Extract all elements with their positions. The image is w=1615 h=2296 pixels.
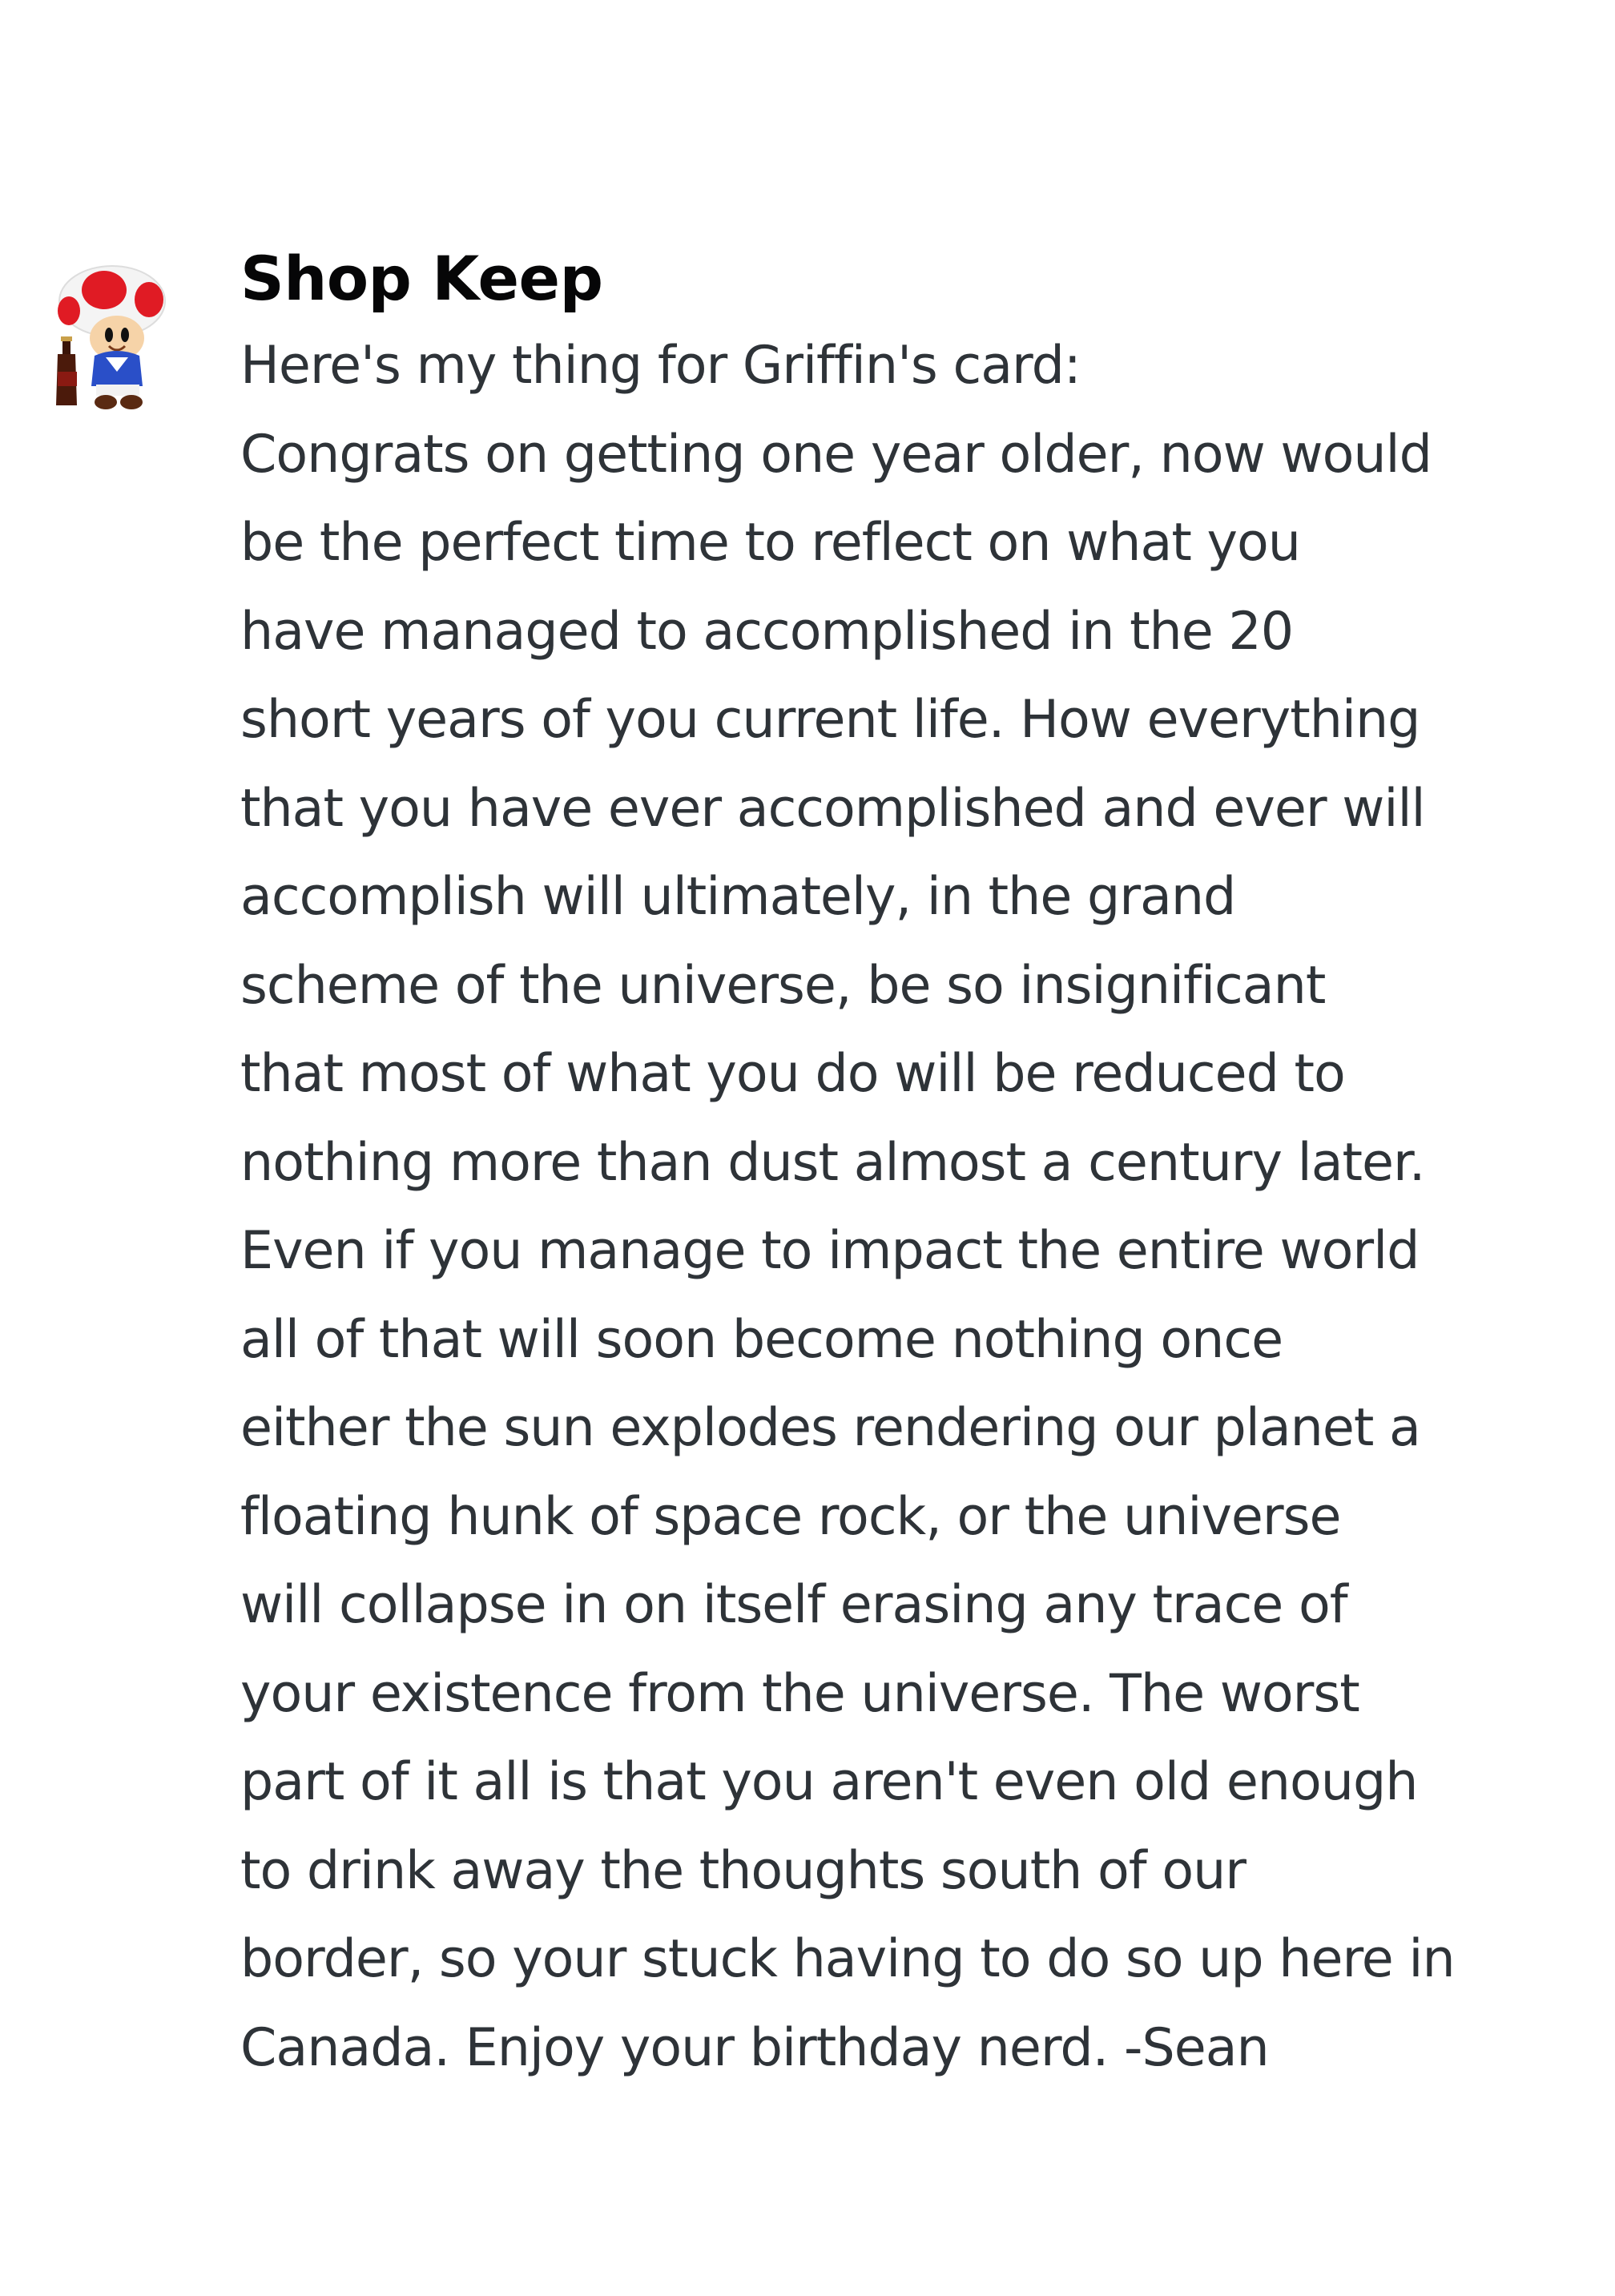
message-author[interactable]: Shop Keep [240, 240, 1585, 317]
message-line: either the sun explodes rendering our pl… [240, 1398, 1421, 1458]
message-line: be the perfect time to reflect on what y… [240, 513, 1301, 573]
message-line: have managed to accomplished in the 20 [240, 601, 1294, 662]
message-line: Congrats on getting one year older, now … [240, 424, 1432, 485]
message-text: Here's my thing for Griffin's card: Cong… [240, 322, 1585, 2093]
avatar[interactable] [46, 252, 167, 412]
message-line: border, so your stuck having to do so up… [240, 1929, 1456, 1989]
message-line: part of it all is that you aren't even o… [240, 1752, 1418, 1812]
toad-with-bottle-avatar-icon [56, 265, 166, 409]
message-line: will collapse in on itself erasing any t… [240, 1575, 1348, 1635]
message-line: scheme of the universe, be so insignific… [240, 955, 1326, 1016]
message-line: Canada. Enjoy your birthday nerd. -Sean [240, 2017, 1270, 2078]
message-line: your existence from the universe. The wo… [240, 1663, 1360, 1724]
message-line: Even if you manage to impact the entire … [240, 1221, 1420, 1281]
message-line: floating hunk of space rock, or the univ… [240, 1486, 1342, 1547]
message-content: Shop Keep Here's my thing for Griffin's … [240, 240, 1585, 2093]
message-line: accomplish will ultimately, in the grand [240, 867, 1236, 927]
message-line: to drink away the thoughts south of our [240, 1840, 1246, 1901]
message-line: all of that will soon become nothing onc… [240, 1309, 1283, 1370]
message-line: that most of what you do will be reduced… [240, 1044, 1346, 1104]
chat-message: Shop Keep Here's my thing for Griffin's … [46, 240, 1585, 2093]
message-line: nothing more than dust almost a century … [240, 1132, 1425, 1193]
message-line: Here's my thing for Griffin's card: [240, 336, 1081, 396]
message-line: that you have ever accomplished and ever… [240, 778, 1426, 839]
message-line: short years of you current life. How eve… [240, 690, 1420, 750]
